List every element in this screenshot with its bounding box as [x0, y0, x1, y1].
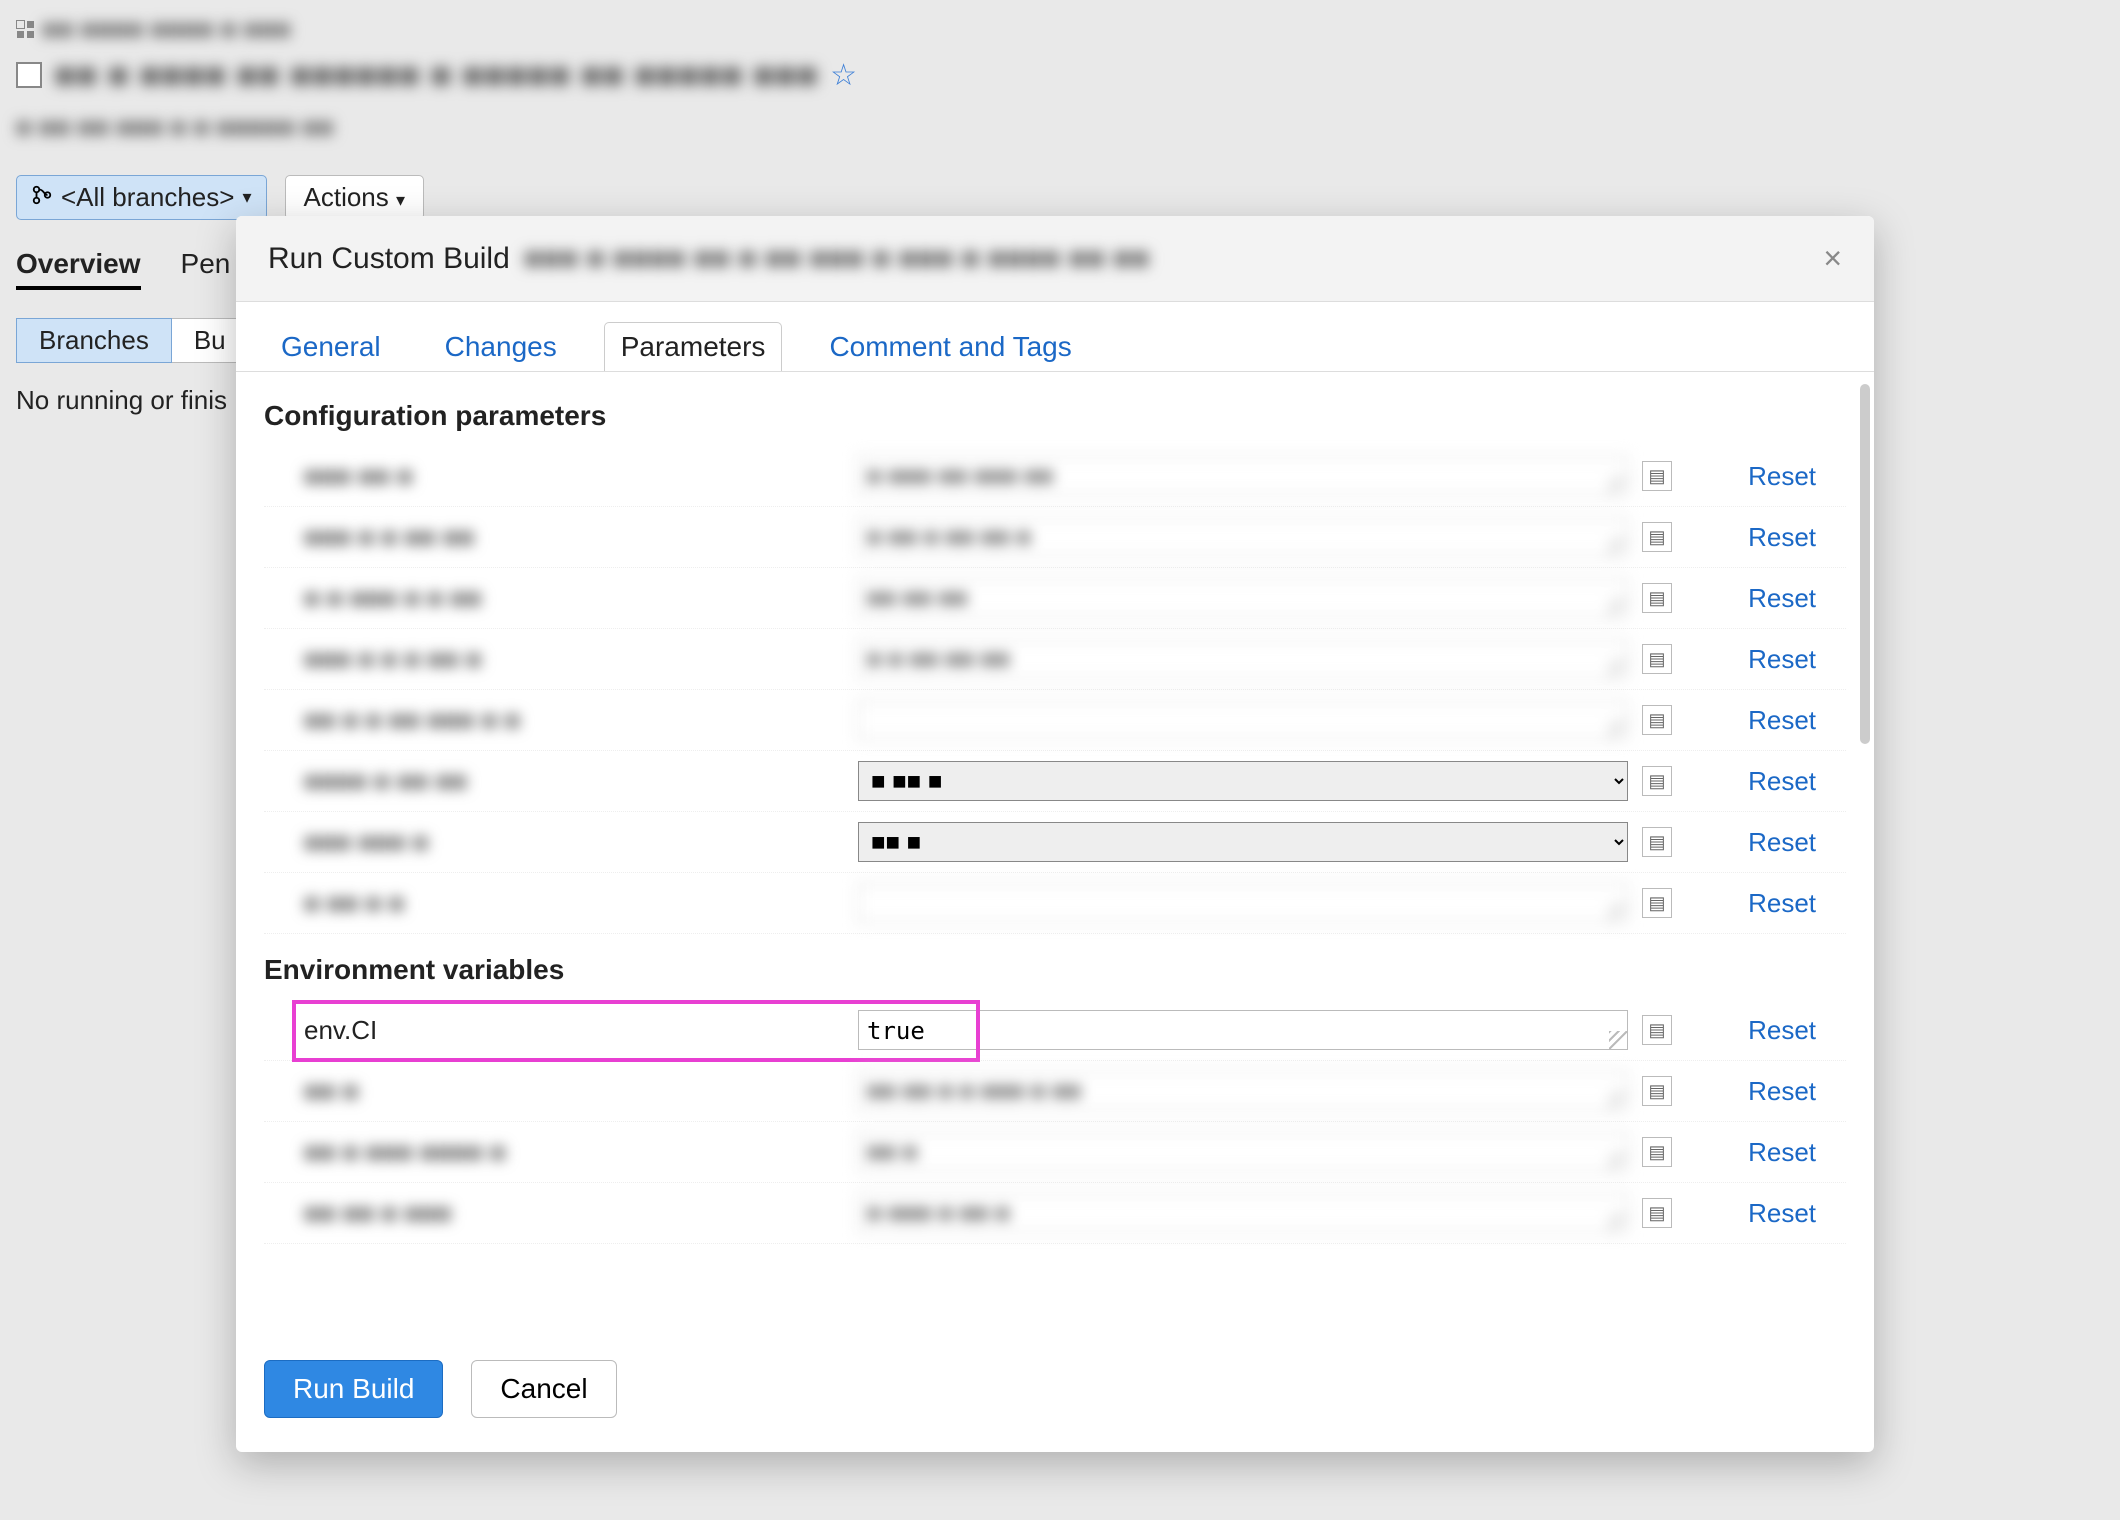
param-name: ■■ ■	[304, 1076, 844, 1107]
seg-branches[interactable]: Branches	[16, 318, 172, 363]
section-config-params: Configuration parameters	[264, 400, 1846, 432]
breadcrumb-text: ■■ ■■■■ ■■■■ ■ ■■■	[42, 14, 291, 45]
param-name: env.CI	[304, 1015, 844, 1046]
actions-label: Actions	[304, 182, 389, 212]
param-detail-icon[interactable]: ▤	[1642, 827, 1672, 857]
param-row: ■ ■■ ■ ■ ▤ Reset	[264, 873, 1846, 934]
branch-selector[interactable]: <All branches> ▾	[16, 175, 267, 220]
run-custom-build-dialog: Run Custom Build ■■■ ■ ■■■■ ■■ ■ ■■ ■■■ …	[236, 216, 1874, 1452]
reset-link[interactable]: Reset	[1696, 827, 1816, 858]
param-detail-icon[interactable]: ▤	[1642, 644, 1672, 674]
param-detail-icon[interactable]: ▤	[1642, 766, 1672, 796]
chevron-down-icon: ▾	[396, 190, 405, 210]
param-row: ■■ ■ ▤ Reset	[264, 1061, 1846, 1122]
param-detail-icon[interactable]: ▤	[1642, 461, 1672, 491]
param-name: ■■■■ ■ ■■ ■■	[304, 766, 844, 797]
tab-overview[interactable]: Overview	[16, 248, 141, 290]
param-detail-icon[interactable]: ▤	[1642, 888, 1672, 918]
param-name: ■■■ ■ ■ ■■ ■■	[304, 522, 844, 553]
branch-icon	[31, 182, 53, 213]
favorite-star-icon[interactable]: ☆	[830, 58, 857, 93]
param-select[interactable]: ■■ ■	[858, 822, 1628, 862]
reset-link[interactable]: Reset	[1696, 583, 1816, 614]
param-input[interactable]	[858, 578, 1628, 618]
param-input[interactable]	[858, 517, 1628, 557]
tab-changes[interactable]: Changes	[428, 322, 574, 372]
param-row: ■■■ ■ ■ ■■ ■■ ▤ Reset	[264, 507, 1846, 568]
param-input[interactable]	[858, 883, 1628, 923]
param-name: ■■■ ■■ ■	[304, 461, 844, 492]
reset-link[interactable]: Reset	[1696, 644, 1816, 675]
param-name: ■■ ■ ■■■ ■■■■ ■	[304, 1137, 844, 1168]
dialog-title-detail: ■■■ ■ ■■■■ ■■ ■ ■■ ■■■ ■ ■■■ ■ ■■■■ ■■ ■…	[524, 242, 1150, 276]
param-detail-icon[interactable]: ▤	[1642, 1076, 1672, 1106]
param-detail-icon[interactable]: ▤	[1642, 583, 1672, 613]
chevron-down-icon: ▾	[242, 187, 251, 208]
param-name: ■■■ ■■■ ■	[304, 827, 844, 858]
param-row: ■ ■ ■■■ ■ ■ ■■ ▤ Reset	[264, 568, 1846, 629]
reset-link[interactable]: Reset	[1696, 705, 1816, 736]
param-detail-icon[interactable]: ▤	[1642, 1015, 1672, 1045]
reset-link[interactable]: Reset	[1696, 461, 1816, 492]
param-row: ■■■ ■■ ■ ▤ Reset	[264, 446, 1846, 507]
tab-comment-tags[interactable]: Comment and Tags	[812, 322, 1088, 372]
select-checkbox[interactable]	[16, 62, 42, 88]
branch-label: <All branches>	[61, 182, 234, 213]
scrollbar[interactable]	[1860, 384, 1870, 744]
param-name: ■■ ■ ■ ■■ ■■■ ■ ■	[304, 705, 844, 736]
param-detail-icon[interactable]: ▤	[1642, 1137, 1672, 1167]
param-name: ■■■ ■ ■ ■ ■■ ■	[304, 644, 844, 675]
param-input[interactable]	[858, 456, 1628, 496]
param-row: ■■■ ■ ■ ■ ■■ ■ ▤ Reset	[264, 629, 1846, 690]
reset-link[interactable]: Reset	[1696, 1015, 1816, 1046]
close-icon: ×	[1823, 240, 1842, 276]
dialog-title: Run Custom Build	[268, 242, 510, 276]
reset-link[interactable]: Reset	[1696, 522, 1816, 553]
param-select[interactable]: ■ ■■ ■	[858, 761, 1628, 801]
param-row: env.CI ▤ Reset	[264, 1000, 1846, 1061]
param-input[interactable]	[858, 1193, 1628, 1233]
apps-grid-icon[interactable]	[16, 20, 34, 38]
param-name: ■ ■■ ■ ■	[304, 888, 844, 919]
page-subtitle: ■ ■■ ■■ ■■■ ■ ■ ■■■■■ ■■	[16, 112, 334, 142]
reset-link[interactable]: Reset	[1696, 1076, 1816, 1107]
param-row: ■■ ■■ ■ ■■■ ▤ Reset	[264, 1183, 1846, 1244]
actions-menu[interactable]: Actions ▾	[285, 175, 425, 220]
param-input[interactable]	[858, 700, 1628, 740]
param-row: ■■■■ ■ ■■ ■■ ■ ■■ ■ ▤ Reset	[264, 751, 1846, 812]
param-row: ■■ ■ ■ ■■ ■■■ ■ ■ ▤ Reset	[264, 690, 1846, 751]
param-input[interactable]	[858, 1010, 1628, 1050]
run-build-button[interactable]: Run Build	[264, 1360, 443, 1418]
close-button[interactable]: ×	[1823, 240, 1842, 277]
reset-link[interactable]: Reset	[1696, 888, 1816, 919]
tab-general[interactable]: General	[264, 322, 398, 372]
param-input[interactable]	[858, 1132, 1628, 1172]
param-input[interactable]	[858, 1071, 1628, 1111]
reset-link[interactable]: Reset	[1696, 1198, 1816, 1229]
breadcrumb: ■■ ■■■■ ■■■■ ■ ■■■	[16, 14, 2104, 44]
param-detail-icon[interactable]: ▤	[1642, 1198, 1672, 1228]
reset-link[interactable]: Reset	[1696, 766, 1816, 797]
reset-link[interactable]: Reset	[1696, 1137, 1816, 1168]
tab-parameters[interactable]: Parameters	[604, 322, 783, 372]
tab-pending[interactable]: Pen	[181, 248, 231, 290]
param-detail-icon[interactable]: ▤	[1642, 705, 1672, 735]
param-name: ■■ ■■ ■ ■■■	[304, 1198, 844, 1229]
page-title: ■■ ■ ■■■■ ■■ ■■■■■■ ■ ■■■■■ ■■ ■■■■■ ■■■	[54, 54, 818, 96]
param-input[interactable]	[858, 639, 1628, 679]
section-env-vars: Environment variables	[264, 954, 1846, 986]
cancel-button[interactable]: Cancel	[471, 1360, 616, 1418]
param-row: ■■■ ■■■ ■ ■■ ■ ▤ Reset	[264, 812, 1846, 873]
param-row: ■■ ■ ■■■ ■■■■ ■ ▤ Reset	[264, 1122, 1846, 1183]
param-name: ■ ■ ■■■ ■ ■ ■■	[304, 583, 844, 614]
param-detail-icon[interactable]: ▤	[1642, 522, 1672, 552]
